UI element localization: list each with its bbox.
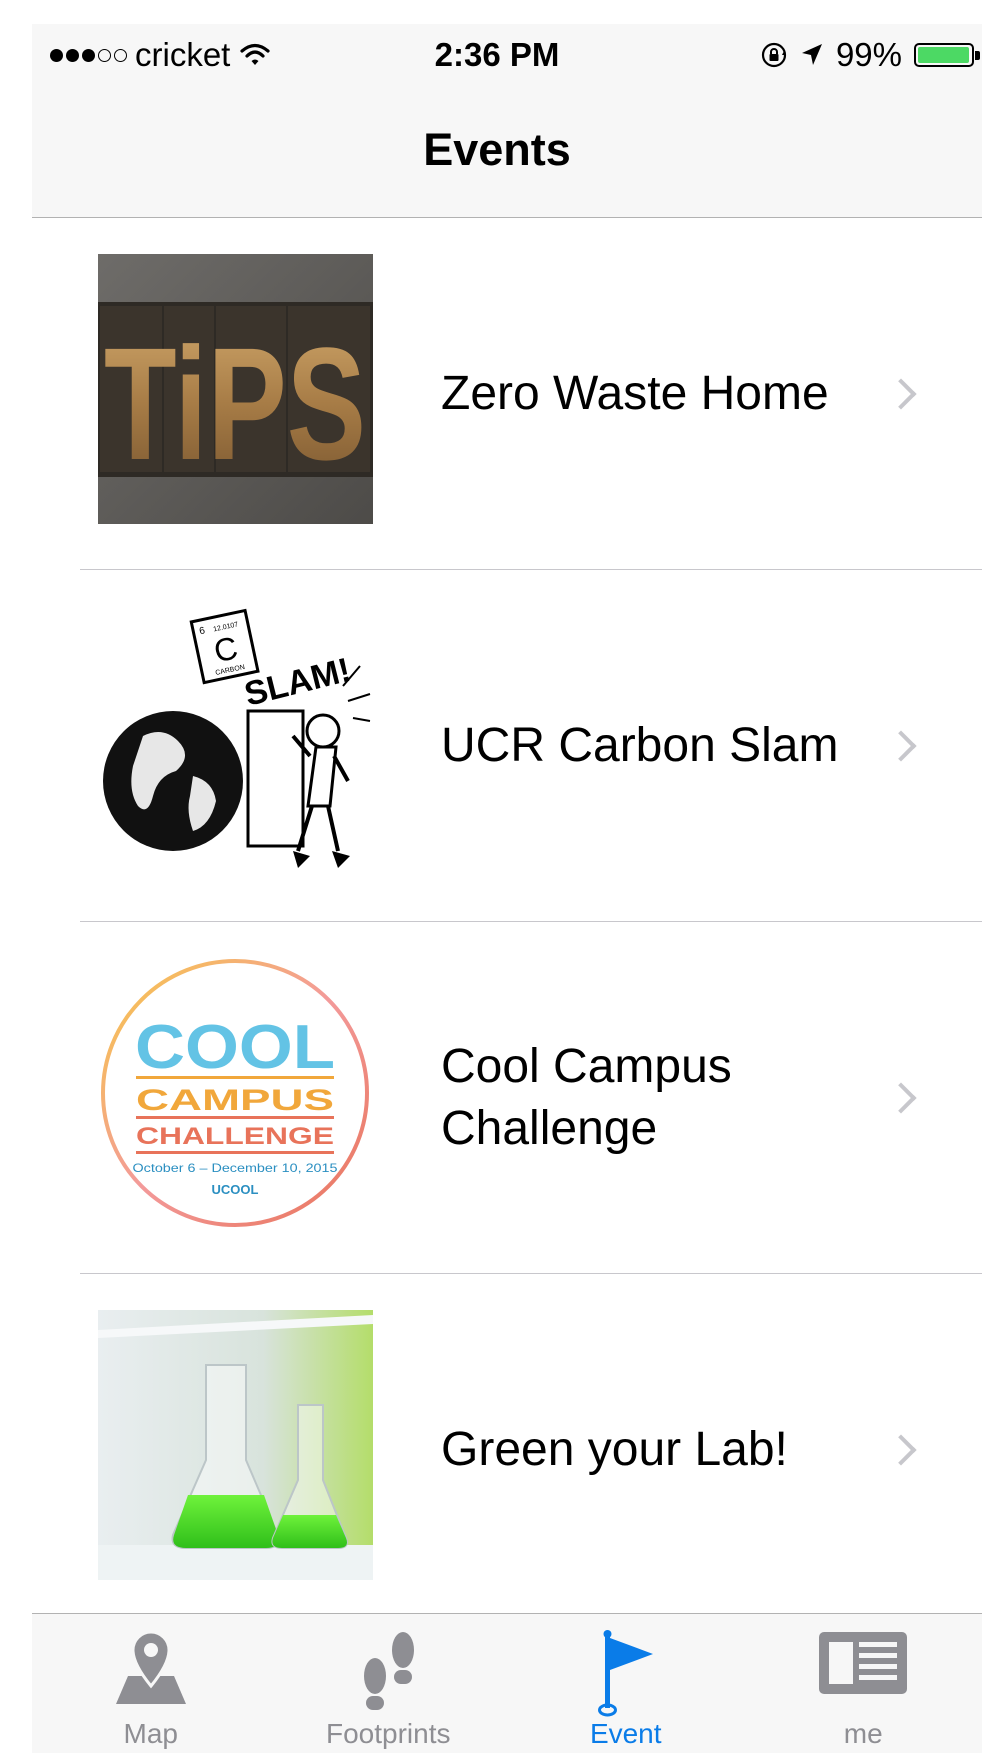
page-title: Events [423,124,571,175]
svg-text:CHALLENGE: CHALLENGE [136,1123,334,1150]
carbon-slam-cartoon-image: 6 12.0107 C CARBON SLAM! [98,606,373,876]
tab-me[interactable]: me [745,1614,982,1753]
green-flask-lab-image [98,1310,373,1580]
tab-bar: Map Footprints Event me [32,1613,982,1753]
battery-icon [914,43,980,67]
chevron-right-icon [885,1434,917,1466]
chevron-right-icon [885,1082,917,1114]
event-title: Zero Waste Home [441,367,829,420]
footprints-icon [364,1632,415,1710]
event-title-line-1: Cool Campus [441,1040,732,1093]
tab-label: me [843,1718,883,1749]
tab-label: Map [123,1718,178,1749]
tab-label: Event [589,1718,662,1749]
battery-level [918,47,970,63]
tab-event[interactable]: Event [507,1614,745,1753]
flag-icon [597,1630,653,1717]
svg-text:UCOOL: UCOOL [212,1182,259,1197]
tab-map[interactable]: Map [32,1614,270,1753]
event-row-green-your-lab[interactable]: Green your Lab! [32,1274,982,1626]
svg-text:COOL: COOL [135,1013,335,1082]
map-pin-icon [115,1630,186,1704]
event-title: UCR Carbon Slam [441,719,839,772]
rotation-lock-icon [761,42,787,68]
tips-text: TiPS [104,314,366,493]
event-title-line-2: Challenge [441,1102,658,1155]
tips-letterpress-image: TiPS [98,254,373,524]
chevron-right-icon [885,730,917,762]
chevron-right-icon [885,378,917,410]
status-right: 99% [760,36,980,74]
profile-card-icon [819,1632,908,1694]
svg-text:October 6 – December 10, 2015: October 6 – December 10, 2015 [133,1161,338,1175]
battery-percent: 99% [835,36,902,73]
event-title: Green your Lab! [441,1423,788,1476]
event-list: TiPS Zero Waste Home 6 12.0107 C CARBON … [32,218,982,1626]
event-row-ucr-carbon-slam[interactable]: 6 12.0107 C CARBON SLAM! UCR Carbon Slam [32,570,982,922]
event-row-cool-campus-challenge[interactable]: COOL CAMPUS CHALLENGE October 6 – Decemb… [32,922,982,1274]
status-bar: cricket 2:36 PM 99% [32,24,982,84]
event-title: Cool Campus Challenge [441,922,881,1274]
phone-screen: cricket 2:36 PM 99% Events TiPS Zero Was… [32,24,982,1753]
location-arrow-icon [801,44,822,65]
cool-campus-challenge-logo: COOL CAMPUS CHALLENGE October 6 – Decemb… [98,958,373,1228]
navigation-bar: Events [32,84,982,218]
svg-text:CAMPUS: CAMPUS [136,1084,334,1117]
tab-label: Footprints [326,1718,451,1749]
tab-footprints[interactable]: Footprints [270,1614,508,1753]
event-row-zero-waste-home[interactable]: TiPS Zero Waste Home [32,218,982,570]
